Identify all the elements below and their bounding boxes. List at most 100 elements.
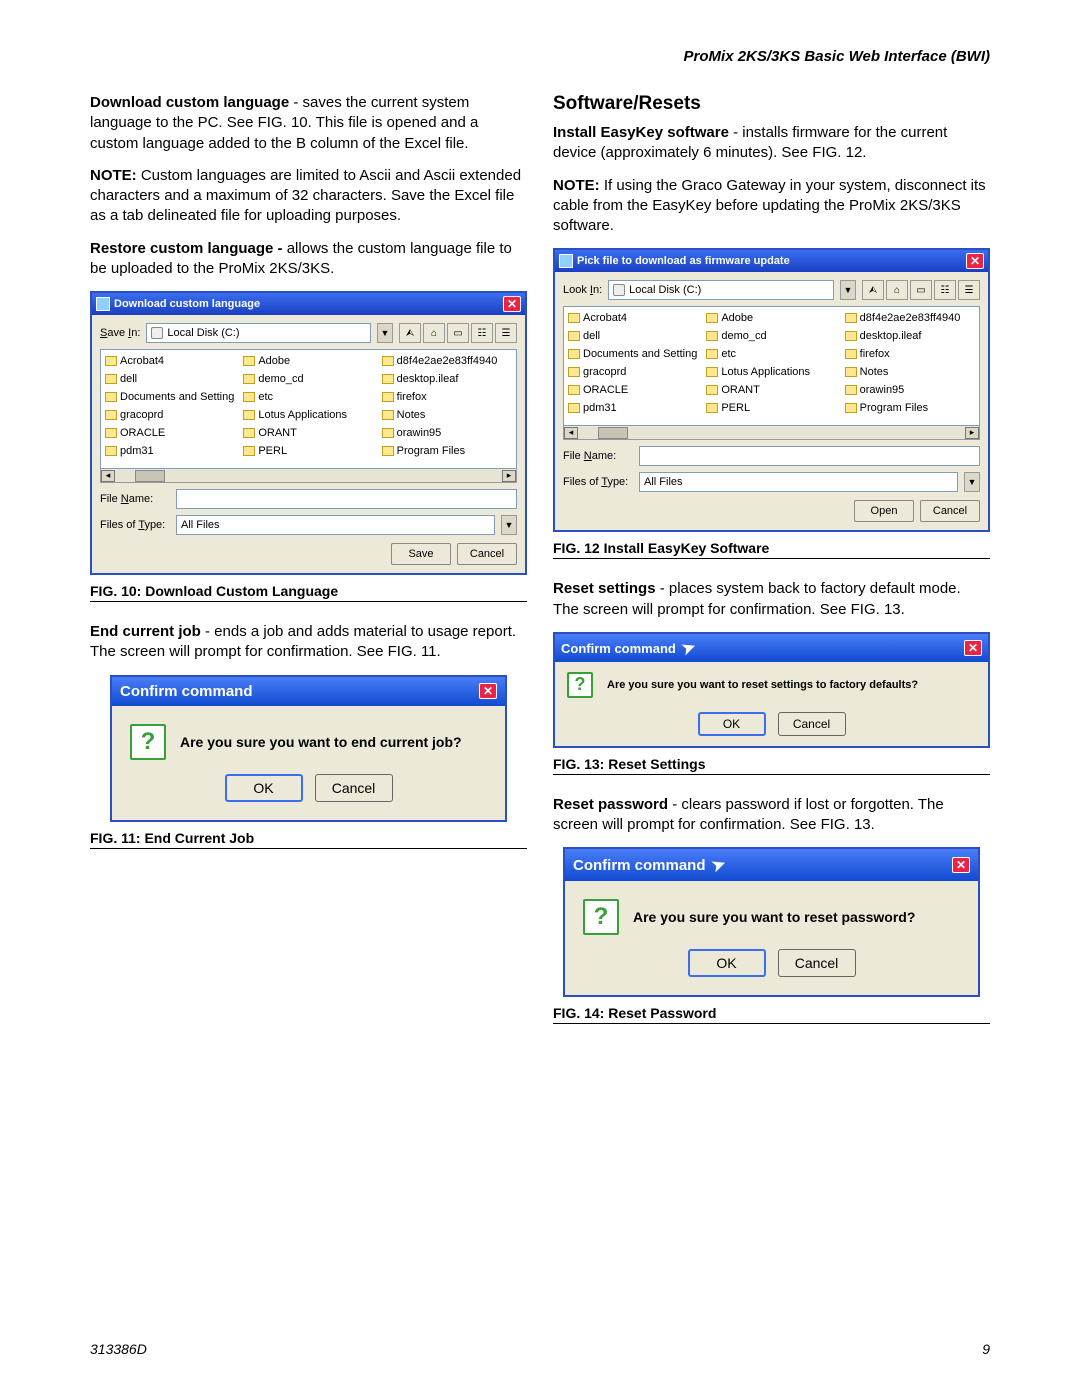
filetype-combo[interactable]: All Files [639, 472, 958, 492]
left-column: Download custom language - saves the cur… [90, 93, 527, 1044]
folder-item[interactable]: Acrobat4 [568, 309, 698, 327]
folder-item[interactable]: Notes [845, 363, 975, 381]
folder-item[interactable]: Documents and Settings [105, 388, 235, 406]
cancel-button[interactable]: Cancel [315, 774, 393, 802]
list-view-icon[interactable]: ☷ [471, 323, 493, 343]
list-view-icon[interactable]: ☷ [934, 280, 956, 300]
folder-item[interactable]: orawin95 [845, 381, 975, 399]
folder-item[interactable]: orawin95 [382, 424, 512, 442]
fig10-filepane[interactable]: Acrobat4 Adobe d8f4e2ae2e83ff4940 dell demo_… [100, 349, 517, 469]
open-button[interactable]: Open [854, 500, 914, 522]
hscrollbar[interactable]: ◂▸ [100, 469, 517, 483]
folder-label: Notes [397, 409, 426, 421]
folder-item[interactable]: d8f4e2ae2e83ff4940 [382, 352, 512, 370]
filename-input[interactable] [639, 446, 980, 466]
folder-item[interactable]: desktop.ileaf [382, 370, 512, 388]
folder-label: PERL [721, 402, 750, 414]
folder-item[interactable]: Acrobat4 [105, 352, 235, 370]
close-icon[interactable]: ✕ [966, 253, 984, 269]
new-folder-icon[interactable]: ▭ [447, 323, 469, 343]
up-folder-icon[interactable]: ⮙ [862, 280, 884, 300]
filetype-combo[interactable]: All Files [176, 515, 495, 535]
folder-item[interactable]: gracoprd [105, 406, 235, 424]
fig12-dialog: Pick file to download as firmware update… [553, 248, 990, 532]
folder-icon [382, 410, 394, 420]
folder-icon [382, 374, 394, 384]
folder-item[interactable]: firefox [382, 388, 512, 406]
folder-item[interactable]: pdm31 [105, 442, 235, 460]
folder-item[interactable]: desktop.ileaf [845, 327, 975, 345]
cancel-button[interactable]: Cancel [778, 712, 846, 736]
folder-item[interactable]: firefox [845, 345, 975, 363]
hscrollbar[interactable]: ◂▸ [563, 426, 980, 440]
chevron-down-icon[interactable]: ▼ [377, 323, 393, 343]
question-icon: ? [130, 724, 166, 760]
folder-item[interactable]: ORANT [706, 381, 836, 399]
details-view-icon[interactable]: ☰ [495, 323, 517, 343]
new-folder-icon[interactable]: ▭ [910, 280, 932, 300]
folder-item[interactable]: demo_cd [706, 327, 836, 345]
folder-item[interactable]: Adobe [243, 352, 373, 370]
folder-icon [706, 367, 718, 377]
folder-label: demo_cd [258, 373, 303, 385]
home-icon[interactable]: ⌂ [423, 323, 445, 343]
chevron-down-icon[interactable]: ▼ [840, 280, 856, 300]
folder-item[interactable]: PERL [706, 399, 836, 417]
folder-icon [706, 403, 718, 413]
folder-item[interactable]: pdm31 [568, 399, 698, 417]
folder-label: pdm31 [583, 402, 617, 414]
filename-input[interactable] [176, 489, 517, 509]
home-icon[interactable]: ⌂ [886, 280, 908, 300]
save-button[interactable]: Save [391, 543, 451, 565]
savein-combo[interactable]: Local Disk (C:) [146, 323, 371, 343]
folder-item[interactable]: demo_cd [243, 370, 373, 388]
cancel-button[interactable]: Cancel [920, 500, 980, 522]
folder-item[interactable]: Notes [382, 406, 512, 424]
folder-item[interactable]: gracoprd [568, 363, 698, 381]
ok-button[interactable]: OK [698, 712, 766, 736]
folder-label: etc [258, 391, 273, 403]
folder-item[interactable]: Documents and Settings [568, 345, 698, 363]
para-reset-settings: Reset settings - places system back to f… [553, 579, 990, 620]
fig12-filepane[interactable]: Acrobat4 Adobe d8f4e2ae2e83ff4940 dell demo_… [563, 306, 980, 426]
folder-item[interactable]: Lotus Applications [243, 406, 373, 424]
lookin-combo[interactable]: Local Disk (C:) [608, 280, 834, 300]
chevron-down-icon[interactable]: ▼ [964, 472, 980, 492]
folder-item[interactable]: etc [243, 388, 373, 406]
folder-item[interactable]: ORACLE [568, 381, 698, 399]
folder-label: firefox [397, 391, 427, 403]
chevron-down-icon[interactable]: ▼ [501, 515, 517, 535]
para-reset-password: Reset password - clears password if lost… [553, 795, 990, 836]
close-icon[interactable]: ✕ [964, 640, 982, 656]
folder-label: orawin95 [397, 427, 442, 439]
folder-icon [845, 313, 857, 323]
folder-label: desktop.ileaf [397, 373, 459, 385]
folder-item[interactable]: Lotus Applications [706, 363, 836, 381]
folder-item[interactable]: Program Files [845, 399, 975, 417]
close-icon[interactable]: ✕ [479, 683, 497, 699]
folder-item[interactable]: ORACLE [105, 424, 235, 442]
para-install-easykey: Install EasyKey software - installs firm… [553, 123, 990, 164]
folder-item[interactable]: dell [568, 327, 698, 345]
folder-item[interactable]: PERL [243, 442, 373, 460]
confirm-message: Are you sure you want to reset password? [633, 909, 915, 925]
up-folder-icon[interactable]: ⮙ [399, 323, 421, 343]
folder-icon [243, 374, 255, 384]
folder-item[interactable]: etc [706, 345, 836, 363]
folder-item[interactable]: ORANT [243, 424, 373, 442]
folder-item[interactable]: Adobe [706, 309, 836, 327]
cancel-button[interactable]: Cancel [457, 543, 517, 565]
ok-button[interactable]: OK [688, 949, 766, 977]
folder-item[interactable]: Program Files [382, 442, 512, 460]
folder-item[interactable]: d8f4e2ae2e83ff4940 [845, 309, 975, 327]
close-icon[interactable]: ✕ [503, 296, 521, 312]
ok-button[interactable]: OK [225, 774, 303, 802]
close-icon[interactable]: ✕ [952, 857, 970, 873]
details-view-icon[interactable]: ☰ [958, 280, 980, 300]
filetype-label: Files of Type: [563, 476, 633, 488]
folder-icon [382, 428, 394, 438]
cancel-button[interactable]: Cancel [778, 949, 856, 977]
folder-icon [845, 403, 857, 413]
folder-label: Acrobat4 [120, 355, 164, 367]
folder-item[interactable]: dell [105, 370, 235, 388]
